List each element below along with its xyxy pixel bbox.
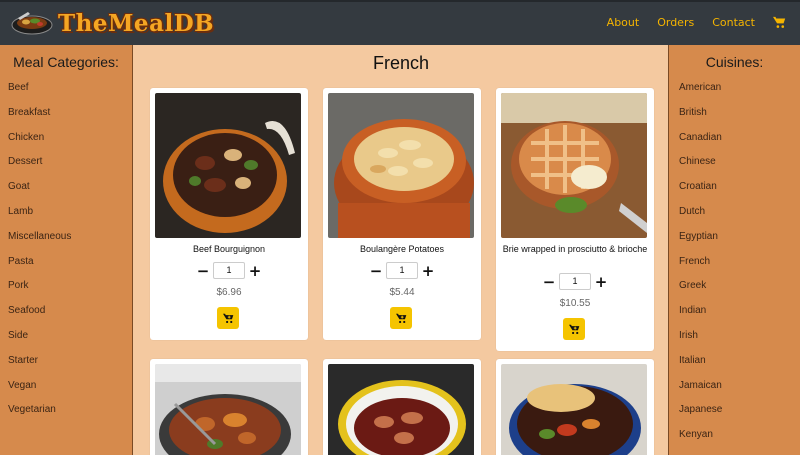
logo[interactable]: TheMealDB — [10, 8, 214, 38]
meal-card: Beef Bourguignon − 1 + $6.96 — [150, 88, 308, 340]
cuisine-jamaican[interactable]: Jamaican — [669, 374, 800, 399]
cuisine-indian[interactable]: Indian — [669, 299, 800, 324]
header: TheMealDB About Orders Contact — [0, 0, 800, 45]
meal-image[interactable] — [328, 364, 474, 455]
meal-image[interactable] — [155, 364, 301, 455]
decrement-button[interactable]: − — [542, 274, 556, 290]
category-breakfast[interactable]: Breakfast — [0, 101, 132, 126]
meal-price: $10.55 — [559, 298, 591, 309]
category-beef[interactable]: Beef — [0, 76, 132, 101]
meal-name: Beef Bourguignon — [192, 244, 266, 254]
meal-card — [496, 359, 654, 455]
quantity-input[interactable]: 1 — [386, 262, 418, 279]
quantity-stepper: − 1 + — [496, 273, 654, 290]
cuisine-dutch[interactable]: Dutch — [669, 200, 800, 225]
cuisine-american[interactable]: American — [669, 76, 800, 101]
meal-card — [323, 359, 481, 455]
add-to-cart-button[interactable] — [217, 307, 239, 329]
cuisine-french[interactable]: French — [669, 250, 800, 275]
quantity-input[interactable]: 1 — [559, 273, 591, 290]
increment-button[interactable]: + — [248, 263, 262, 279]
category-dessert[interactable]: Dessert — [0, 150, 132, 175]
main-content: French Beef Bourguignon − 1 + $6.96 Boul… — [134, 45, 668, 455]
cuisine-kenyan[interactable]: Kenyan — [669, 423, 800, 448]
nav-bar: About Orders Contact — [589, 16, 786, 29]
category-seafood[interactable]: Seafood — [0, 299, 132, 324]
cuisine-irish[interactable]: Irish — [669, 324, 800, 349]
quantity-stepper: − 1 + — [323, 262, 481, 279]
meal-name: Brie wrapped in prosciutto & brioche — [502, 244, 648, 254]
meal-card: Boulangère Potatoes − 1 + $5.44 — [323, 88, 481, 340]
meal-image[interactable] — [328, 93, 474, 238]
meal-image[interactable] — [501, 364, 647, 455]
increment-button[interactable]: + — [421, 263, 435, 279]
decrement-button[interactable]: − — [369, 263, 383, 279]
increment-button[interactable]: + — [594, 274, 608, 290]
nav-orders[interactable]: Orders — [657, 16, 694, 29]
cuisine-british[interactable]: British — [669, 101, 800, 126]
sidebar-title: Meal Categories: — [13, 54, 119, 70]
category-pasta[interactable]: Pasta — [0, 250, 132, 275]
meal-plate-icon — [11, 12, 53, 35]
category-chicken[interactable]: Chicken — [0, 126, 132, 151]
category-starter[interactable]: Starter — [0, 349, 132, 374]
category-lamb[interactable]: Lamb — [0, 200, 132, 225]
meal-image[interactable] — [501, 93, 647, 238]
nav-contact[interactable]: Contact — [712, 16, 755, 29]
category-pork[interactable]: Pork — [0, 274, 132, 299]
cuisine-japanese[interactable]: Japanese — [669, 398, 800, 423]
add-to-cart-icon — [222, 313, 233, 323]
category-goat[interactable]: Goat — [0, 175, 132, 200]
cuisine-croatian[interactable]: Croatian — [669, 175, 800, 200]
decrement-button[interactable]: − — [196, 263, 210, 279]
quantity-stepper: − 1 + — [150, 262, 308, 279]
cuisine-chinese[interactable]: Chinese — [669, 150, 800, 175]
category-side[interactable]: Side — [0, 324, 132, 349]
cuisine-canadian[interactable]: Canadian — [669, 126, 800, 151]
meal-categories-sidebar: Meal Categories: Beef Breakfast Chicken … — [0, 45, 133, 455]
cuisine-greek[interactable]: Greek — [669, 274, 800, 299]
meal-card — [150, 359, 308, 455]
meal-name: Boulangère Potatoes — [359, 244, 445, 254]
page-title: French — [372, 53, 430, 73]
cuisine-italian[interactable]: Italian — [669, 349, 800, 374]
meal-card: Brie wrapped in prosciutto & brioche − 1… — [496, 88, 654, 351]
sidebar-title: Cuisines: — [705, 54, 764, 70]
shopping-cart-icon[interactable] — [773, 16, 786, 29]
category-vegetarian[interactable]: Vegetarian — [0, 398, 132, 423]
add-to-cart-icon — [395, 313, 406, 323]
meal-price: $6.96 — [216, 287, 242, 298]
add-to-cart-button[interactable] — [563, 318, 585, 340]
category-vegan[interactable]: Vegan — [0, 374, 132, 399]
cuisine-egyptian[interactable]: Egyptian — [669, 225, 800, 250]
add-to-cart-icon — [568, 324, 579, 334]
meal-image[interactable] — [155, 93, 301, 238]
add-to-cart-button[interactable] — [390, 307, 412, 329]
nav-about[interactable]: About — [607, 16, 640, 29]
logo-text: TheMealDB — [58, 9, 215, 37]
cuisines-sidebar: Cuisines: American British Canadian Chin… — [668, 45, 800, 455]
meal-price: $5.44 — [389, 287, 415, 298]
quantity-input[interactable]: 1 — [213, 262, 245, 279]
category-miscellaneous[interactable]: Miscellaneous — [0, 225, 132, 250]
